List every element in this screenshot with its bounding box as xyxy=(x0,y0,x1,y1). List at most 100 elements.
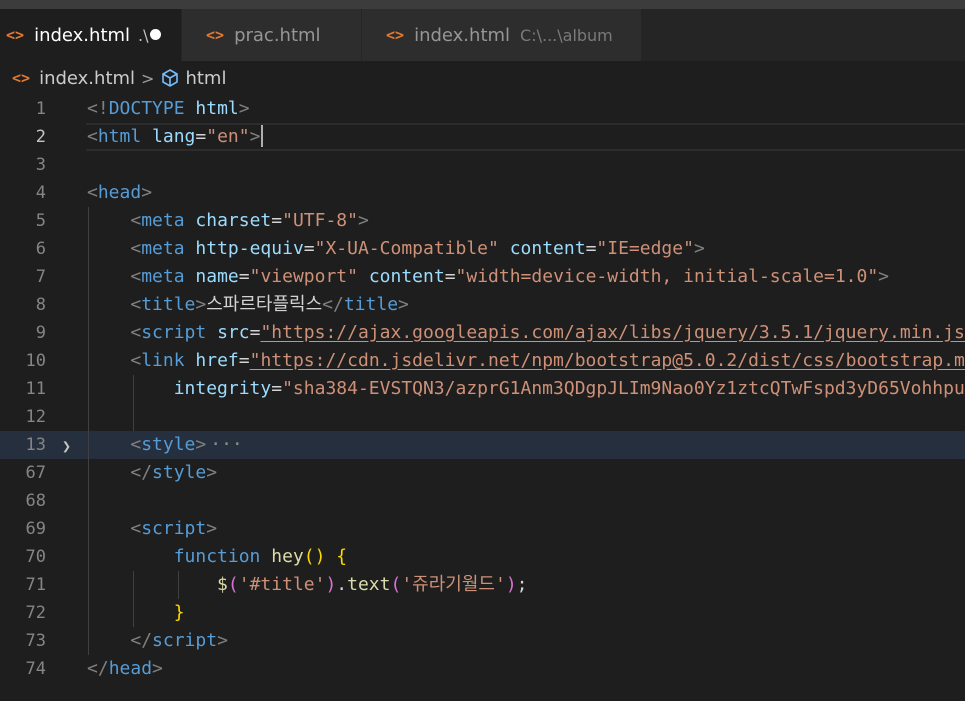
code-token: > xyxy=(141,182,153,203)
code-line[interactable]: 70 function hey() { xyxy=(0,543,965,571)
code-line[interactable]: 71 $('#title').text('쥬라기월드'); xyxy=(0,571,965,599)
code-token: "https://cdn.jsdelivr.net/npm/bootstrap@… xyxy=(249,350,965,371)
code-token: href xyxy=(195,350,239,371)
code-token: . xyxy=(336,574,348,595)
code-token: "UTF-8" xyxy=(282,210,358,231)
html-file-icon: <> xyxy=(12,69,31,87)
code-token: > xyxy=(152,658,163,679)
code-token: </ xyxy=(87,658,109,679)
code-editor[interactable]: 1 <!DOCTYPE html > 2 <html lang="en"> 3 4 <head… xyxy=(0,95,965,701)
code-token: style xyxy=(152,462,207,483)
code-token: html xyxy=(97,126,142,147)
code-line[interactable]: 11 integrity="sha384-EVSTQN3/azprG1Anm3Q… xyxy=(0,375,965,403)
code-token: link xyxy=(141,350,185,371)
line-number: 71 xyxy=(25,575,46,595)
code-line[interactable]: 68 xyxy=(0,487,965,515)
code-text: </script> xyxy=(87,627,228,655)
code-token: < xyxy=(87,182,98,203)
code-token: charset xyxy=(195,210,272,231)
code-token: title xyxy=(343,294,399,315)
code-token: ( xyxy=(390,574,402,595)
code-text: <script src="https://ajax.googleapis.com… xyxy=(87,319,965,347)
code-line[interactable]: 5 <meta charset="UTF-8"> xyxy=(0,207,965,235)
text-cursor xyxy=(261,125,264,147)
code-text: $('#title').text('쥬라기월드'); xyxy=(87,571,527,599)
tab-prac-html[interactable]: <> prac.html xyxy=(182,9,362,61)
code-text: <meta charset="UTF-8"> xyxy=(87,207,368,235)
code-text: </style> xyxy=(87,459,217,487)
code-token: meta xyxy=(141,238,185,259)
code-text: <head> xyxy=(87,179,152,207)
code-line[interactable]: 3 xyxy=(0,151,965,179)
code-line[interactable]: 8 <title>스파르타플릭스</title> xyxy=(0,291,965,319)
code-line[interactable]: 73 </script> xyxy=(0,627,965,655)
code-token: ( xyxy=(227,574,239,595)
code-line[interactable]: 74 </head> xyxy=(0,655,965,683)
breadcrumb-file[interactable]: index.html xyxy=(39,68,135,89)
code-line[interactable]: 72 } xyxy=(0,599,965,627)
code-line[interactable]: 12 xyxy=(0,403,965,431)
html-file-icon: <> xyxy=(206,26,225,44)
code-token: > xyxy=(693,238,705,259)
code-token: { xyxy=(336,546,348,567)
code-text: <style> ··· xyxy=(87,431,242,459)
code-token: content xyxy=(509,238,586,259)
code-line[interactable]: 1 <!DOCTYPE html> xyxy=(0,95,965,123)
code-token: <! xyxy=(87,98,109,119)
code-token: text xyxy=(347,574,391,595)
tab-index-html-current[interactable]: <> index.html .\ xyxy=(0,9,182,61)
code-line[interactable]: 69 <script> xyxy=(0,515,965,543)
code-token: head xyxy=(97,182,142,203)
tab-description: .\ xyxy=(138,25,149,45)
code-text: function hey() { xyxy=(87,543,347,571)
code-text: <meta name="viewport" content="width=dev… xyxy=(87,263,889,291)
code-line[interactable]: 9 <script src="https://ajax.googleapis.c… xyxy=(0,319,965,347)
code-token: < xyxy=(130,294,142,315)
code-line[interactable]: 2 <html lang="en"> xyxy=(0,123,965,151)
code-token: > xyxy=(398,294,409,315)
code-token: = xyxy=(249,322,261,343)
code-text: </head> xyxy=(87,655,163,683)
code-token: '#title' xyxy=(238,574,326,595)
code-token: < xyxy=(130,266,142,287)
code-line[interactable]: 4 <head> xyxy=(0,179,965,207)
code-token: script xyxy=(141,322,207,343)
code-line[interactable]: 7 <meta name="viewport" content="width=d… xyxy=(0,263,965,291)
code-line[interactable]: 10 <link href="https://cdn.jsdelivr.net/… xyxy=(0,347,965,375)
code-line[interactable]: 6 <meta http-equiv="X-UA-Compatible" con… xyxy=(0,235,965,263)
code-token: "en" xyxy=(206,126,250,147)
tab-label: index.html xyxy=(414,24,511,46)
code-text: <html lang="en"> xyxy=(87,123,264,151)
code-token: ) xyxy=(505,574,517,595)
tab-index-html-album[interactable]: <> index.html C:\...\album xyxy=(362,9,642,61)
breadcrumb-symbol[interactable]: html xyxy=(185,68,226,89)
code-token: = xyxy=(238,266,250,287)
html-file-icon: <> xyxy=(6,26,25,44)
code-token: < xyxy=(130,350,142,371)
line-number: 1 xyxy=(35,99,46,119)
indent-guide xyxy=(133,375,134,431)
code-token: content xyxy=(368,266,445,287)
tab-description: C:\...\album xyxy=(520,25,613,45)
code-line[interactable]: 67 </style> xyxy=(0,459,965,487)
line-number: 67 xyxy=(25,463,46,483)
code-token: meta xyxy=(141,266,185,287)
line-number: 9 xyxy=(35,323,46,343)
code-token: DOCTYPE xyxy=(108,98,185,119)
code-token: = xyxy=(271,378,283,399)
fold-chevron-icon[interactable]: ❯ xyxy=(62,437,71,455)
unsaved-dot-icon[interactable] xyxy=(150,29,161,40)
code-token: http-equiv xyxy=(195,238,304,259)
line-number: 73 xyxy=(25,631,46,651)
code-line[interactable]: 13 ❯ <style> ··· xyxy=(0,431,965,459)
code-token: = xyxy=(585,238,597,259)
line-number: 69 xyxy=(25,519,46,539)
